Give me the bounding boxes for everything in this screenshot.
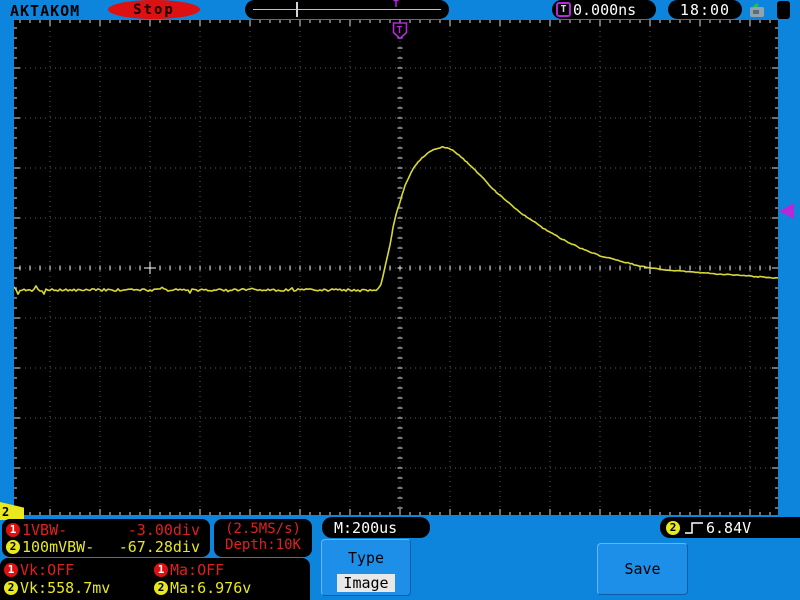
clock-value: 18:00: [679, 0, 731, 19]
acquisition-panel: (2.5MS/s) Depth:10K: [214, 519, 312, 557]
record-position-bar: T: [245, 0, 449, 19]
brand-label: AKTAKOM: [10, 2, 81, 20]
graticule-canvas: T: [13, 20, 779, 515]
type-button-label: Type: [347, 549, 385, 567]
ch2-position-value: -67.28div: [118, 537, 200, 556]
ch2-scale-label: 100mVBW-: [22, 537, 95, 556]
trigger-time-pill: T 0.000ns: [552, 0, 656, 19]
oscilloscope-screen: AKTAKOM Stop T T 0.000ns 18:00 T 2 1 1VB…: [0, 0, 800, 600]
measurement-row: 1 Vk:OFF 1 Ma:OFF: [4, 561, 306, 579]
ch2-row: 2 100mVBW- -67.28div: [6, 537, 206, 556]
measurement-item: 1 Ma:OFF: [154, 561, 304, 579]
run-state-label: Stop: [133, 1, 175, 18]
record-window-tick: [296, 2, 298, 17]
trigger-time-value: 0.000ns: [573, 0, 637, 19]
waveform-trace: [13, 146, 779, 296]
ch1-scale-label: 1VBW-: [22, 520, 68, 539]
graticule: T: [13, 20, 779, 515]
measurement-item: 1 Vk:OFF: [4, 561, 154, 579]
ch2-badge: 2: [6, 539, 20, 554]
rising-edge-icon: [685, 521, 703, 534]
trigger-channel-badge: 2: [666, 520, 680, 535]
meas-ch2-badge: 2: [4, 581, 18, 595]
type-button[interactable]: Type Image: [321, 539, 411, 596]
battery-icon: [777, 1, 790, 19]
meas-ch1-badge: 1: [154, 563, 168, 577]
run-state-indicator: Stop: [108, 0, 200, 19]
clock-pill: 18:00: [668, 0, 742, 19]
trigger-level-value: 6.84V: [706, 518, 752, 537]
meas-vk2-value: Vk:558.7mv: [20, 579, 111, 597]
ch1-position-value: -3.00div: [127, 520, 200, 539]
svg-text:T: T: [397, 25, 403, 36]
usb-device-icon: [750, 3, 764, 17]
ch2-position-marker-label: 2: [2, 505, 10, 519]
ch1-row: 1 1VBW- -3.00div: [6, 520, 206, 539]
trigger-level-arrow-icon: [779, 203, 794, 219]
meas-ma2-value: Ma:6.976v: [170, 579, 252, 597]
type-button-value: Image: [337, 574, 395, 592]
measurements-panel: 1 Vk:OFF 1 Ma:OFF 2 Vk:558.7mv 2 Ma:6.97…: [0, 558, 310, 600]
memory-depth-value: Depth:10K: [225, 537, 301, 553]
trigger-level-pill: 2 6.84V: [660, 517, 800, 538]
save-button-label: Save: [624, 560, 661, 578]
meas-ch1-badge: 1: [4, 563, 18, 577]
channels-panel: 1 1VBW- -3.00div 2 100mVBW- -67.28div: [2, 519, 210, 557]
record-trigger-t-icon: T: [393, 0, 400, 10]
meas-ch2-badge: 2: [154, 581, 168, 595]
meas-vk1-value: Vk:OFF: [20, 561, 75, 579]
save-button[interactable]: Save: [597, 543, 688, 595]
meas-ma1-value: Ma:OFF: [170, 561, 225, 579]
timebase-pill: M:200us: [322, 517, 430, 538]
ch1-badge: 1: [6, 522, 20, 537]
measurement-row: 2 Vk:558.7mv 2 Ma:6.976v: [4, 579, 306, 597]
record-line: [253, 9, 441, 10]
sample-rate-value: (2.5MS/s): [225, 521, 301, 537]
trigger-t-icon: T: [556, 2, 571, 17]
measurement-item: 2 Ma:6.976v: [154, 579, 304, 597]
measurement-item: 2 Vk:558.7mv: [4, 579, 154, 597]
timebase-value: M:200us: [334, 518, 398, 537]
